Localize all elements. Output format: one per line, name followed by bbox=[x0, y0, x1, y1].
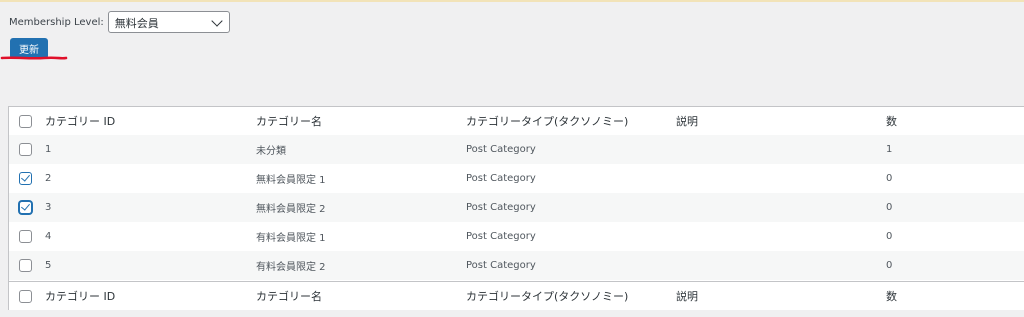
footer-description: 説明 bbox=[676, 290, 698, 303]
header-description: 説明 bbox=[676, 115, 698, 128]
row-checkbox[interactable] bbox=[19, 201, 32, 214]
chevron-down-icon bbox=[211, 15, 223, 27]
count-cell: 0 bbox=[886, 231, 893, 242]
category-name-cell: 無料会員限定 2 bbox=[256, 204, 326, 215]
row-checkbox[interactable] bbox=[19, 143, 32, 156]
category-type-cell: Post Category bbox=[466, 202, 536, 213]
category-type-cell: Post Category bbox=[466, 231, 536, 242]
table-footer-row: カテゴリー ID カテゴリー名 カテゴリータイプ(タクソノミー) 説明 数 bbox=[9, 281, 1024, 310]
table-row: 2 無料会員限定 1 Post Category 0 bbox=[9, 164, 1024, 193]
header-category-name: カテゴリー名 bbox=[256, 115, 322, 128]
footer-category-id: カテゴリー ID bbox=[45, 290, 116, 303]
table-row: 4 有料会員限定 1 Post Category 0 bbox=[9, 222, 1024, 251]
table-header-row: カテゴリー ID カテゴリー名 カテゴリータイプ(タクソノミー) 説明 数 bbox=[9, 107, 1024, 136]
select-all-checkbox-footer[interactable] bbox=[19, 289, 32, 303]
footer-count: 数 bbox=[886, 290, 897, 303]
footer-category-type: カテゴリータイプ(タクソノミー) bbox=[466, 290, 629, 303]
select-all-checkbox[interactable] bbox=[19, 114, 32, 128]
category-type-cell: Post Category bbox=[466, 173, 536, 184]
count-cell: 0 bbox=[886, 260, 893, 271]
footer-category-name: カテゴリー名 bbox=[256, 290, 322, 303]
table-row: 5 有料会員限定 2 Post Category 0 bbox=[9, 251, 1024, 280]
table-row: 1 未分類 Post Category 1 bbox=[9, 135, 1024, 164]
category-type-cell: Post Category bbox=[466, 144, 536, 155]
membership-level-label: Membership Level: bbox=[9, 16, 104, 28]
category-name-cell: 無料会員限定 1 bbox=[256, 175, 326, 186]
category-id-cell: 2 bbox=[45, 173, 52, 184]
red-underline-annotation bbox=[0, 56, 68, 60]
count-cell: 0 bbox=[886, 173, 893, 184]
membership-level-value: 無料会員 bbox=[114, 17, 159, 30]
category-id-cell: 1 bbox=[45, 144, 52, 155]
row-checkbox[interactable] bbox=[19, 172, 32, 185]
count-cell: 1 bbox=[886, 144, 893, 155]
count-cell: 0 bbox=[886, 202, 893, 213]
category-type-cell: Post Category bbox=[466, 260, 536, 271]
top-notice-border bbox=[0, 0, 1024, 2]
category-name-cell: 未分類 bbox=[256, 146, 286, 157]
category-name-cell: 有料会員限定 2 bbox=[256, 262, 326, 273]
row-checkbox[interactable] bbox=[19, 230, 32, 243]
header-category-type: カテゴリータイプ(タクソノミー) bbox=[466, 115, 629, 128]
membership-level-row: Membership Level: 無料会員 bbox=[9, 10, 230, 34]
table-row: 3 無料会員限定 2 Post Category 0 bbox=[9, 193, 1024, 222]
header-category-id: カテゴリー ID bbox=[45, 115, 116, 128]
membership-level-select[interactable]: 無料会員 bbox=[107, 11, 230, 33]
category-name-cell: 有料会員限定 1 bbox=[256, 233, 326, 244]
category-id-cell: 3 bbox=[45, 202, 52, 213]
header-count: 数 bbox=[886, 115, 897, 128]
category-id-cell: 4 bbox=[45, 231, 52, 242]
row-checkbox[interactable] bbox=[19, 259, 32, 272]
category-id-cell: 5 bbox=[45, 260, 52, 271]
category-table: カテゴリー ID カテゴリー名 カテゴリータイプ(タクソノミー) 説明 数 1 未… bbox=[8, 106, 1024, 310]
